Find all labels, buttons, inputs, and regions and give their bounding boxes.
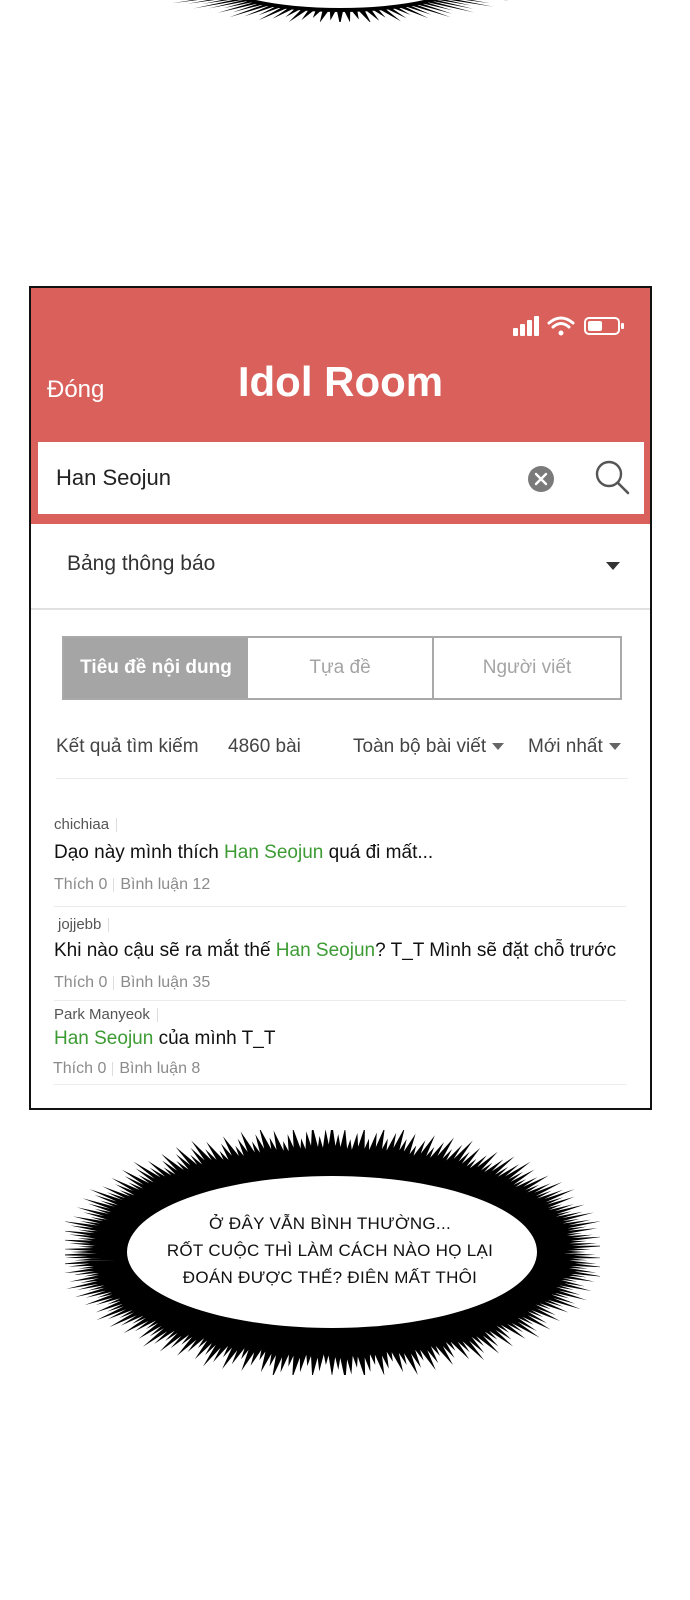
dropdown-arrow-icon (608, 743, 621, 751)
list-item[interactable]: chichiaa Dạo này mình thích Han Seojun q… (54, 816, 630, 907)
post-title: Han Seojun của mình T_T (54, 1028, 276, 1049)
list-item[interactable]: Park Manyeok Han Seojun của mình T_T Thí… (53, 1006, 630, 1086)
results-bar: Kết quả tìm kiếm 4860 bài Toàn bộ bài vi… (56, 728, 628, 779)
tab-title[interactable]: Tựa đề (248, 638, 434, 698)
post-meta: Thích 0 Bình luận 35 (54, 974, 210, 992)
app-header: Đóng Idol Room (31, 288, 650, 524)
keyword-highlight: Han Seojun (54, 1028, 154, 1049)
tab-author[interactable]: Người viết (434, 638, 620, 698)
post-title: Khi nào cậu sẽ ra mắt thế Han Seojun? T_… (54, 940, 617, 961)
speech-line: ĐOÁN ĐƯỢC THẾ? ĐIÊN MẤT THÔI (182, 1268, 478, 1287)
signal-icon (513, 316, 539, 336)
post-author: Park Manyeok (54, 1006, 158, 1023)
post-title: Dạo này mình thích Han Seojun quá đi mất… (54, 842, 434, 863)
post-author: chichiaa (54, 816, 118, 833)
like-count: Thích 0 (54, 974, 108, 991)
results-count: 4860 bài (228, 736, 301, 757)
speech-line: RỐT CUỘC THÌ LÀM CÁCH NÀO HỌ LẠI (166, 1241, 494, 1260)
sort-filter-dropdown[interactable]: Mới nhất (528, 736, 621, 758)
post-author: jojjebb (58, 916, 110, 933)
scope-filter-label: Toàn bộ bài viết (353, 736, 487, 757)
comment-count: Bình luận 35 (120, 974, 211, 991)
sort-filter-label: Mới nhất (528, 736, 603, 757)
keyword-highlight: Han Seojun (275, 940, 376, 961)
search-bar (38, 442, 644, 514)
board-dropdown-label: Bảng thông báo (67, 552, 216, 575)
tab-title-content[interactable]: Tiêu đề nội dung (64, 638, 248, 698)
phone-screen: Đóng Idol Room Bảng thông báo Tiêu đề nộ… (29, 286, 652, 1110)
like-count: Thích 0 (54, 876, 108, 893)
search-scope-tabs: Tiêu đề nội dung Tựa đề Người viết (62, 636, 622, 700)
comment-count: Bình luận 12 (120, 876, 211, 893)
speech-bubble-fragment (172, 0, 509, 22)
scope-filter-dropdown[interactable]: Toàn bộ bài viết (353, 736, 505, 758)
speech-bubble-text: Ở ĐÂY VẪN BÌNH THƯỜNG... RỐT CUỘC THÌ LÀ… (165, 1210, 495, 1291)
clear-icon[interactable] (527, 465, 555, 493)
divider (54, 1084, 626, 1085)
battery-icon (584, 317, 624, 335)
search-input[interactable] (56, 458, 506, 498)
results-label: Kết quả tìm kiếm (56, 736, 199, 757)
like-count: Thích 0 (53, 1060, 107, 1077)
search-icon[interactable] (593, 458, 631, 496)
app-title: Idol Room (237, 358, 444, 405)
comment-count: Bình luận 8 (119, 1060, 201, 1077)
board-dropdown[interactable]: Bảng thông báo (31, 524, 650, 610)
post-meta: Thích 0 Bình luận 12 (54, 876, 210, 894)
keyword-highlight: Han Seojun (224, 842, 324, 863)
dropdown-arrow-icon (492, 743, 505, 751)
divider (54, 1000, 626, 1001)
status-bar-icons (513, 316, 624, 336)
list-item[interactable]: jojjebb Khi nào cậu sẽ ra mắt thế Han Se… (54, 916, 630, 1001)
divider (54, 906, 626, 907)
post-meta: Thích 0 Bình luận 8 (53, 1060, 200, 1078)
chevron-down-icon (606, 562, 620, 570)
wifi-icon (547, 316, 575, 336)
speech-line: Ở ĐÂY VẪN BÌNH THƯỜNG... (208, 1214, 451, 1233)
